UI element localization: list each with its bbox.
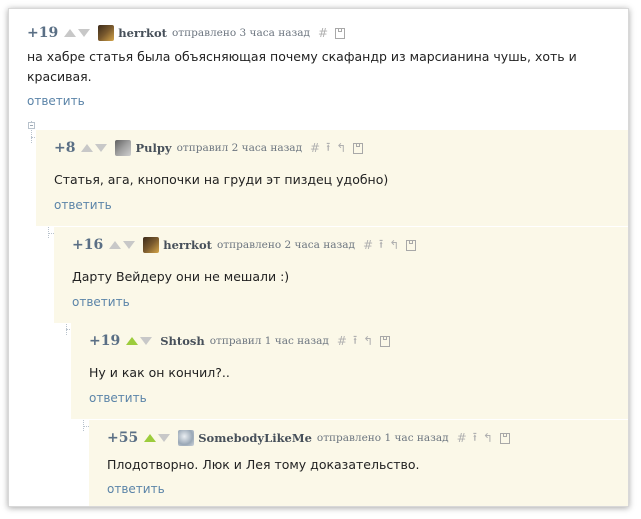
comments-thread: +19 herrkot отправлено 3 часа назад # на… [8, 8, 629, 507]
comment-time: отправил 2 часа назад [176, 142, 303, 154]
vote-up-icon[interactable] [126, 337, 139, 345]
vote-down-icon[interactable] [123, 241, 136, 249]
hash-icon[interactable]: # [318, 26, 328, 40]
comment-time: отправил 1 час назад [209, 335, 329, 347]
save-icon[interactable] [380, 335, 391, 347]
vote-down-icon[interactable] [140, 337, 153, 345]
comment-author[interactable]: SomebodyLikeMe [198, 431, 312, 445]
parent-link-icon[interactable]: ↰ [483, 431, 493, 445]
comment-score: +55 [107, 430, 139, 446]
vote-up-icon[interactable] [81, 144, 94, 152]
comment-score: +19 [27, 25, 59, 41]
vote-down-icon[interactable] [95, 144, 108, 152]
comment-text: на хабре статья была объясняющая почему … [27, 49, 577, 84]
comment: +16 herrkot отправлено 2 часа назад # ⭱ … [54, 227, 628, 323]
comment-time: отправлено 2 часа назад [216, 239, 355, 251]
comment-header: +55 SomebodyLikeMe отправлено 1 час наза… [107, 429, 510, 447]
reply-link[interactable]: ответить [89, 391, 147, 405]
comment-header: +16 herrkot отправлено 2 часа назад # ⭱ … [72, 235, 417, 256]
comment: +55 SomebodyLikeMe отправлено 1 час наза… [89, 420, 628, 506]
arrow-up-icon[interactable]: ⭱ [326, 138, 330, 159]
comment-time: отправлено 3 часа назад [171, 27, 310, 39]
comment-text: Статья, ага, кнопочки на груди эт пиздец… [54, 172, 389, 187]
reply-link[interactable]: ответить [54, 198, 112, 212]
comment-text: Дарту Вейдеру они не мешали :) [72, 269, 290, 284]
hash-icon[interactable]: # [337, 334, 347, 348]
comment-author[interactable]: Pulpy [135, 141, 171, 155]
hash-icon[interactable]: # [457, 431, 467, 445]
hash-icon[interactable]: # [310, 141, 320, 155]
comment-header: +8 Pulpy отправил 2 часа назад # ⭱ ↰ [54, 138, 364, 159]
comment: +19 herrkot отправлено 3 часа назад # на… [9, 9, 628, 113]
comment-score: +19 [89, 333, 121, 349]
comment-score: +8 [54, 140, 76, 156]
avatar[interactable] [143, 237, 160, 253]
avatar[interactable] [115, 140, 132, 156]
save-icon[interactable] [406, 239, 417, 251]
vote-down-icon[interactable] [78, 29, 91, 37]
reply-link[interactable]: ответить [72, 295, 130, 309]
comment-text: Плодотворно. Люк и Лея тому доказательст… [107, 457, 420, 472]
parent-link-icon[interactable]: ↰ [336, 141, 346, 155]
hash-icon[interactable]: # [363, 238, 373, 252]
comment-author[interactable]: Shtosh [160, 334, 204, 348]
save-icon[interactable] [499, 432, 510, 444]
reply-link[interactable]: ответить [27, 94, 85, 108]
arrow-up-icon[interactable]: ⭱ [473, 428, 477, 449]
comment-text: Ну и как он кончил?.. [89, 365, 230, 380]
reply-link[interactable]: ответить [107, 482, 165, 496]
avatar[interactable] [98, 25, 115, 41]
arrow-up-icon[interactable]: ⭱ [379, 235, 383, 256]
vote-up-icon[interactable] [64, 29, 77, 37]
comment: +19 Shtosh отправил 1 час назад # ⭱ ↰ Ну… [71, 323, 628, 419]
vote-down-icon[interactable] [158, 434, 171, 442]
comment-score: +16 [72, 237, 104, 253]
vote-up-icon[interactable] [144, 434, 157, 442]
comment-time: отправлено 1 час назад [316, 432, 449, 444]
parent-link-icon[interactable]: ↰ [363, 334, 373, 348]
arrow-up-icon[interactable]: ⭱ [353, 331, 357, 352]
save-icon[interactable] [335, 27, 346, 39]
save-icon[interactable] [353, 142, 364, 154]
comment-author[interactable]: herrkot [163, 238, 212, 252]
comment-header: +19 herrkot отправлено 3 часа назад # [27, 24, 346, 42]
parent-link-icon[interactable]: ↰ [389, 238, 399, 252]
collapse-toggle[interactable] [28, 122, 35, 129]
avatar[interactable] [178, 430, 195, 446]
vote-up-icon[interactable] [109, 241, 122, 249]
comment: +8 Pulpy отправил 2 часа назад # ⭱ ↰ Ста… [36, 130, 628, 226]
comment-author[interactable]: herrkot [118, 26, 167, 40]
comment-header: +19 Shtosh отправил 1 час назад # ⭱ ↰ [89, 331, 391, 352]
